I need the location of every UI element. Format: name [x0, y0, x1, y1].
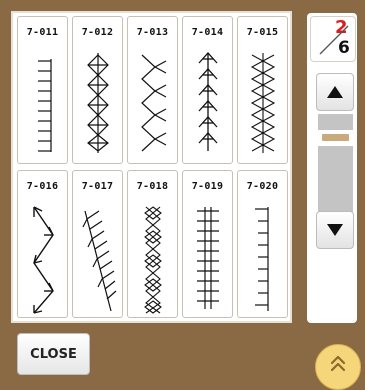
stitch-code: 7-012	[81, 27, 114, 38]
stitch-code: 7-015	[246, 27, 279, 38]
stitch-tile-7-017[interactable]: 7-017	[72, 170, 123, 318]
stitch-cross-bar-icon	[197, 207, 219, 309]
stitch-code: 7-011	[26, 27, 59, 38]
stitch-code: 7-016	[26, 181, 59, 192]
stitch-tile-7-018[interactable]: 7-018	[127, 170, 178, 318]
stitch-braid-icon	[144, 206, 162, 314]
stitch-herringbone-icon	[82, 210, 117, 312]
stitch-code: 7-017	[81, 181, 114, 192]
expand-button[interactable]	[315, 344, 361, 390]
stitch-tile-7-020[interactable]: 7-020	[237, 170, 288, 318]
stitch-code: 7-013	[136, 27, 169, 38]
stitch-comb-icon	[255, 207, 269, 311]
stitch-tile-7-016[interactable]: 7-016	[17, 170, 68, 318]
double-chevron-up-icon	[330, 355, 346, 372]
scroll-track[interactable]	[318, 114, 353, 212]
stitch-diamond-chain-icon	[87, 53, 109, 153]
stitch-tile-7-013[interactable]: 7-013	[127, 16, 178, 164]
stitch-ladder-icon	[38, 59, 52, 152]
page-total: 6	[338, 38, 350, 58]
stitch-tile-7-019[interactable]: 7-019	[182, 170, 233, 318]
stitch-code: 7-020	[246, 181, 279, 192]
stitch-tile-7-014[interactable]: 7-014	[182, 16, 233, 164]
close-button[interactable]: CLOSE	[17, 333, 90, 375]
stitch-feather-zigzag-icon	[141, 54, 167, 152]
scroll-thumb[interactable]	[318, 130, 353, 146]
scroll-down-button[interactable]	[316, 211, 354, 249]
arrow-down-icon	[327, 224, 343, 236]
stitch-tile-7-015[interactable]: 7-015	[237, 16, 288, 164]
stitch-double-cross-icon	[250, 53, 276, 153]
stitch-code: 7-019	[191, 181, 224, 192]
scroll-up-button[interactable]	[316, 73, 354, 111]
stitch-code: 7-014	[191, 27, 224, 38]
stitch-chevron-stack-icon	[198, 52, 218, 151]
stitch-code: 7-018	[136, 181, 169, 192]
stitch-arrow-zigzag-icon	[33, 206, 54, 314]
scroll-thumb-grip	[322, 134, 349, 141]
stitch-tile-7-011[interactable]: 7-011	[17, 16, 68, 164]
arrow-up-icon	[327, 86, 343, 98]
page-indicator: 2 6	[310, 16, 356, 62]
stitch-tile-7-012[interactable]: 7-012	[72, 16, 123, 164]
